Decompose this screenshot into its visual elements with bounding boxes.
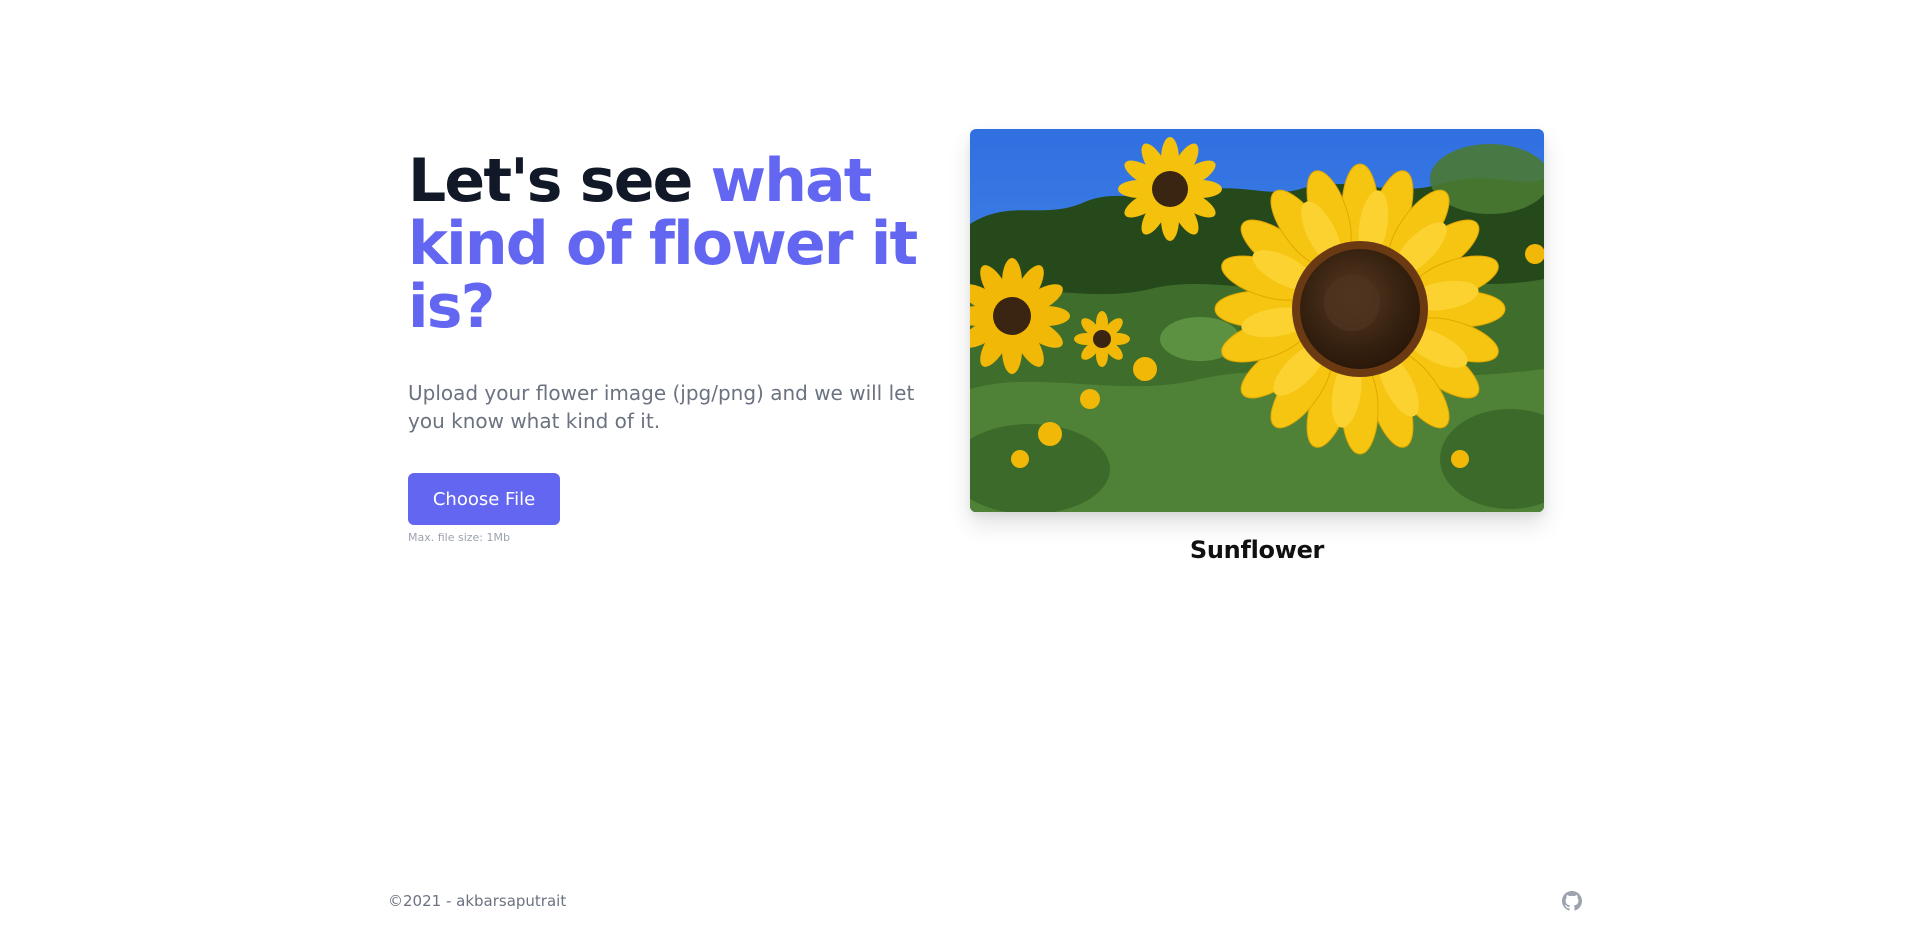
headline-text: Let's see: [408, 146, 711, 216]
github-icon-glyph: [1562, 891, 1582, 911]
hero-section: Let's see what kind of flower it is? Upl…: [408, 150, 948, 544]
flower-image: [970, 129, 1544, 512]
sunflower-photo: [970, 129, 1544, 512]
headline: Let's see what kind of flower it is?: [408, 150, 948, 339]
choose-file-button[interactable]: Choose File: [408, 473, 560, 525]
upload-description: Upload your flower image (jpg/png) and w…: [408, 381, 915, 433]
footer-copyright: ©2021 - akbarsaputrait: [388, 892, 567, 910]
prediction-label: Sunflower: [1189, 536, 1325, 564]
github-icon[interactable]: [1562, 891, 1582, 911]
page: Let's see what kind of flower it is? Upl…: [0, 0, 1920, 937]
file-size-hint: Max. file size: 1Mb: [408, 531, 510, 544]
